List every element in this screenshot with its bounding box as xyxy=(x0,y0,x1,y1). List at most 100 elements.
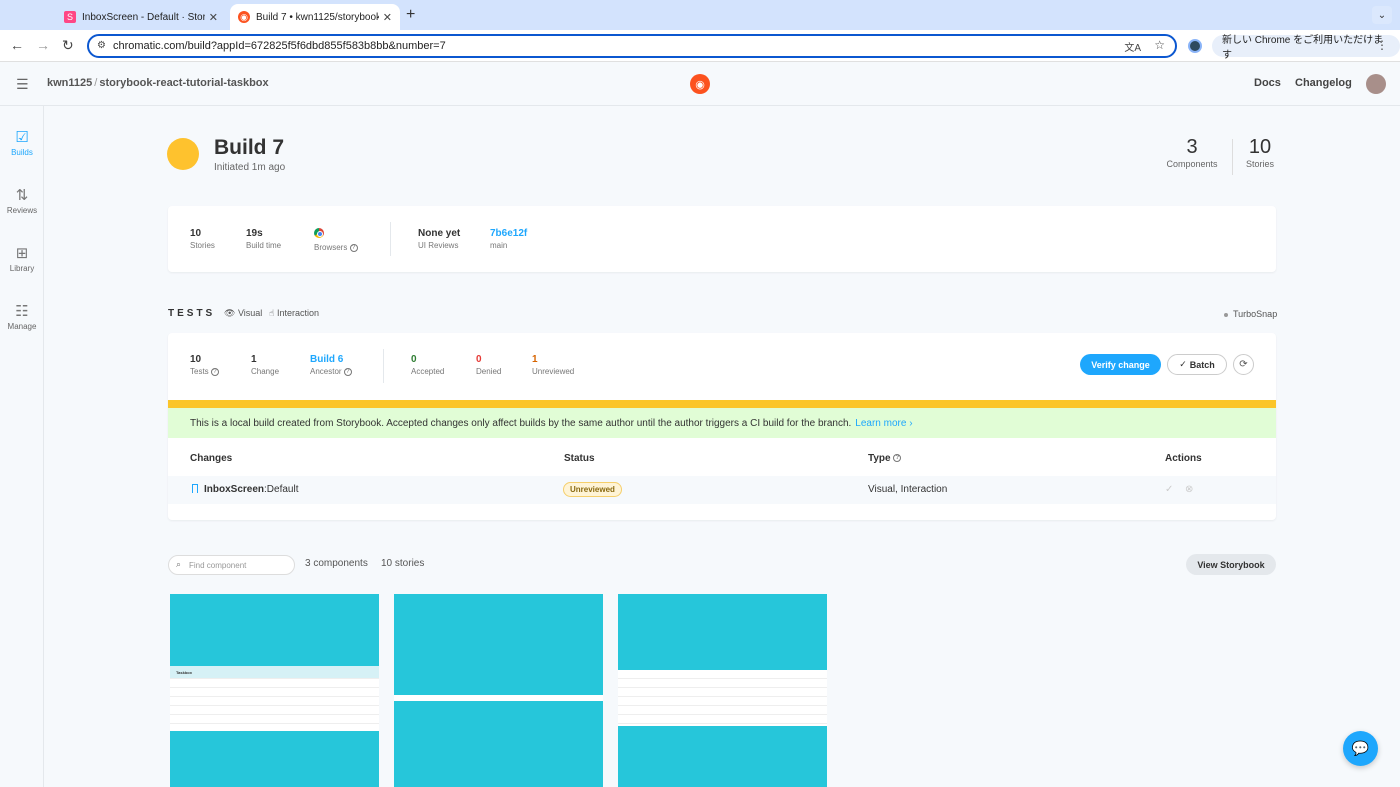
site-info-icon[interactable]: ⚙ xyxy=(97,40,106,51)
docs-link[interactable]: Docs xyxy=(1254,77,1281,89)
metric-label: Unreviewed xyxy=(532,367,575,376)
view-storybook-button[interactable]: View Storybook xyxy=(1186,554,1276,575)
help-icon[interactable]: ? xyxy=(343,367,352,376)
components-label: Components xyxy=(1166,159,1218,169)
help-icon[interactable]: ? xyxy=(210,367,219,376)
deny-x-icon[interactable]: ⊗ xyxy=(1185,484,1193,495)
components-count-label: 3 components xyxy=(305,558,368,569)
app-header: ☰ kwn1125/storybook-react-tutorial-taskb… xyxy=(0,62,1400,106)
breadcrumb-owner[interactable]: kwn1125 xyxy=(47,77,92,89)
thumbnail-line xyxy=(170,679,379,688)
local-build-notice: This is a local build created from Story… xyxy=(168,408,1276,438)
browser-toolbar: ← → ↻ ⚙ chromatic.com/build?appId=672825… xyxy=(0,30,1400,62)
search-placeholder: Find component xyxy=(189,560,247,570)
menu-icon[interactable]: ☰ xyxy=(16,76,29,93)
breadcrumb-repo[interactable]: storybook-react-tutorial-taskbox xyxy=(99,77,268,89)
component-thumbnail[interactable] xyxy=(394,594,603,787)
chat-icon[interactable]: 💬 xyxy=(1343,731,1378,766)
column-header-type[interactable]: Type ? xyxy=(868,453,902,464)
metric-value: 10 xyxy=(190,354,202,365)
page-title: Build 7 xyxy=(214,136,285,159)
browser-tab-storybook[interactable]: S InboxScreen - Default · Story ✕ xyxy=(56,4,226,30)
branch-label: main xyxy=(490,241,508,250)
divider xyxy=(383,349,384,383)
accepted-count: 0 Accepted xyxy=(411,354,444,376)
visual-tag: 👁 Visual xyxy=(224,308,262,319)
help-icon[interactable]: ? xyxy=(349,243,358,252)
sidebar-item-manage[interactable]: ☷ Manage xyxy=(0,302,44,331)
forward-icon[interactable]: → xyxy=(36,37,50,53)
batch-button[interactable]: ✓ Batch xyxy=(1167,354,1227,375)
user-avatar[interactable] xyxy=(1366,74,1386,94)
close-tab-icon[interactable]: ✕ xyxy=(383,11,392,24)
table-row[interactable]: InboxScreen:Default Unreviewed Visual, I… xyxy=(168,476,1276,504)
find-component-input[interactable]: ⌕ Find component xyxy=(168,555,295,575)
batch-label: Batch xyxy=(1189,359,1215,370)
breadcrumb[interactable]: kwn1125/storybook-react-tutorial-taskbox xyxy=(47,77,269,89)
status-badge: Unreviewed xyxy=(563,482,622,497)
summary-stories: 10 Stories xyxy=(190,228,215,250)
url-text: chromatic.com/build?appId=672825f5f6dbd8… xyxy=(113,40,446,52)
verify-change-button[interactable]: Verify change xyxy=(1080,354,1161,375)
build-summary-card: 10 Stories 19s Build time Browsers ? Non… xyxy=(168,206,1276,272)
learn-more-link[interactable]: Learn more › xyxy=(855,418,912,429)
metric-label: Ancestor xyxy=(310,367,342,376)
thumbnail-line xyxy=(618,670,827,679)
metric-value: 10 xyxy=(190,228,202,239)
chromatic-logo-icon[interactable]: ◉ xyxy=(690,74,710,94)
tab-search-icon[interactable]: ⌄ xyxy=(1372,6,1392,24)
thumbnail-preview xyxy=(618,670,827,726)
accept-check-icon[interactable]: ✓ xyxy=(1165,484,1173,495)
metric-value: 0 xyxy=(411,354,417,365)
summary-ui-reviews: None yet UI Reviews xyxy=(418,228,460,250)
learn-more-label: Learn more xyxy=(855,417,907,429)
divider xyxy=(1232,139,1233,175)
browser-menu-icon[interactable]: ⋮ xyxy=(1376,38,1388,52)
back-icon[interactable]: ← xyxy=(10,37,24,53)
components-count: 3 xyxy=(1186,136,1198,158)
change-count: 1 Change xyxy=(251,354,279,376)
rerun-icon[interactable]: ⟳ xyxy=(1233,354,1254,375)
batch-check-icon: ✓ xyxy=(1179,359,1187,369)
new-tab-icon[interactable]: + xyxy=(406,6,415,24)
change-cell[interactable]: InboxScreen:Default xyxy=(192,484,299,495)
commit-link[interactable]: 7b6e12f xyxy=(490,228,527,239)
component-thumbnail[interactable] xyxy=(618,594,827,787)
column-header-actions: Actions xyxy=(1165,453,1202,464)
help-icon[interactable]: ? xyxy=(893,454,902,463)
ancestor-link[interactable]: Build 6 xyxy=(310,354,352,365)
library-icon: ⊞ xyxy=(15,245,29,262)
translate-icon[interactable]: 文A xyxy=(1124,39,1141,54)
type-cell: Visual, Interaction xyxy=(868,484,948,495)
column-header-status[interactable]: Status xyxy=(564,453,595,464)
reload-icon[interactable]: ↻ xyxy=(62,37,74,54)
summary-commit[interactable]: 7b6e12f main xyxy=(490,228,527,250)
tag-label: Visual xyxy=(237,308,263,318)
sidebar: ☑ Builds ⇅ Reviews ⊞ Library ☷ Manage xyxy=(0,106,44,787)
browser-tab-chromatic[interactable]: ◉ Build 7 • kwn1125/storybook- ✕ xyxy=(230,4,400,30)
status-bar xyxy=(168,400,1276,408)
summary-browsers[interactable]: Browsers ? xyxy=(314,228,358,252)
chrome-update-promo[interactable]: 新しい Chrome をご利用いただけます xyxy=(1212,35,1400,61)
thumbnail-line xyxy=(618,697,827,706)
browser-tabbar: S InboxScreen - Default · Story ✕ ◉ Buil… xyxy=(0,0,1400,30)
turbosnap-status[interactable]: TurboSnap xyxy=(1224,309,1277,319)
metric-label: Browsers xyxy=(314,243,348,252)
changelog-link[interactable]: Changelog xyxy=(1295,77,1352,89)
column-header-changes[interactable]: Changes xyxy=(190,453,232,464)
chromatic-icon: ◉ xyxy=(238,11,250,23)
component-thumbnail[interactable]: Taskbox xyxy=(170,594,379,787)
sidebar-item-label: Reviews xyxy=(6,206,38,215)
sidebar-item-builds[interactable]: ☑ Builds xyxy=(0,128,44,157)
profile-icon[interactable] xyxy=(1188,39,1202,53)
sidebar-item-reviews[interactable]: ⇅ Reviews xyxy=(0,186,44,215)
stories-stat: 10 Stories xyxy=(1240,136,1280,169)
close-tab-icon[interactable]: ✕ xyxy=(209,11,218,24)
metric-label: Accepted xyxy=(411,367,445,376)
thumbnail-line xyxy=(170,688,379,697)
sidebar-item-library[interactable]: ⊞ Library xyxy=(0,244,44,273)
main-content: Build 7 Initiated 1m ago 3 Components 10… xyxy=(44,106,1400,787)
bookmark-star-icon[interactable]: ☆ xyxy=(1154,38,1165,52)
ancestor-build[interactable]: Build 6 Ancestor ? xyxy=(310,354,352,376)
address-bar[interactable]: ⚙ chromatic.com/build?appId=672825f5f6db… xyxy=(87,34,1177,58)
